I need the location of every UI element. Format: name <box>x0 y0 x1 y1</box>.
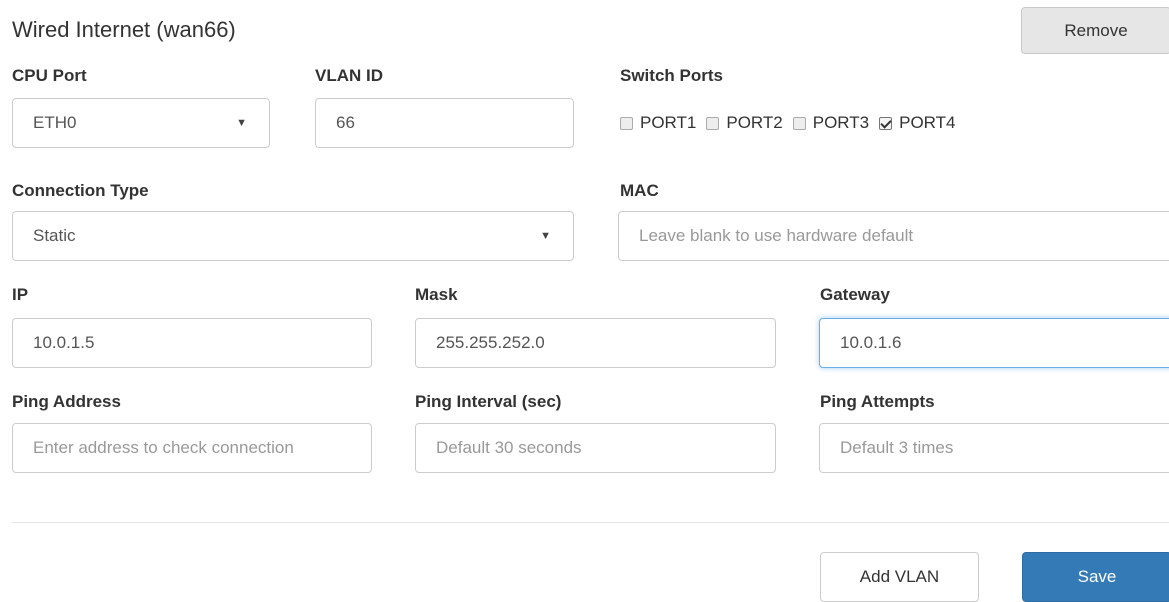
ping-attempts-placeholder: Default 3 times <box>840 438 954 457</box>
mask-input[interactable]: 255.255.252.0 <box>415 318 776 368</box>
port3-label: PORT3 <box>812 113 870 132</box>
checkbox-icon[interactable] <box>620 116 633 130</box>
port4-checkbox[interactable]: PORT4 <box>879 113 956 133</box>
checkbox-icon[interactable] <box>706 116 720 130</box>
vlan-id-label: VLAN ID <box>315 66 383 85</box>
port2-checkbox[interactable]: PORT2 <box>706 113 783 133</box>
gateway-value: 10.0.1.6 <box>840 333 902 352</box>
dropdown-caret-icon: ▼ <box>236 117 247 129</box>
ip-label: IP <box>12 285 29 304</box>
ping-address-placeholder: Enter address to check connection <box>33 438 294 457</box>
remove-button[interactable]: Remove <box>1021 7 1169 54</box>
checkbox-checked-icon[interactable] <box>879 116 893 130</box>
ping-interval-input[interactable]: Default 30 seconds <box>415 423 776 473</box>
port1-label: PORT1 <box>640 113 697 132</box>
vlan-id-value: 66 <box>336 113 355 132</box>
port2-label: PORT2 <box>726 113 783 132</box>
ip-input[interactable]: 10.0.1.5 <box>12 318 372 368</box>
footer-divider <box>12 522 1169 523</box>
ping-address-label: Ping Address <box>12 392 121 411</box>
port3-checkbox[interactable]: PORT3 <box>792 113 870 133</box>
ip-value: 10.0.1.5 <box>33 333 95 352</box>
cpu-port-label: CPU Port <box>12 66 87 85</box>
mask-value: 255.255.252.0 <box>436 333 545 352</box>
connection-type-value: Static <box>33 226 76 245</box>
ping-interval-label: Ping Interval (sec) <box>415 392 562 411</box>
ping-attempts-input[interactable]: Default 3 times <box>819 423 1169 473</box>
cpu-port-value: ETH0 <box>33 113 77 132</box>
ping-address-input[interactable]: Enter address to check connection <box>12 423 372 473</box>
connection-type-select[interactable]: Static ▼ <box>12 211 574 261</box>
checkbox-icon[interactable] <box>792 116 806 130</box>
switch-ports-group: PORT1 PORT2 PORT3 PORT4 <box>620 112 966 134</box>
ping-interval-placeholder: Default 30 seconds <box>436 438 582 457</box>
section-title: Wired Internet (wan66) <box>12 17 236 42</box>
cpu-port-select[interactable]: ETH0 ▼ <box>12 98 270 148</box>
gateway-input[interactable]: 10.0.1.6 <box>819 318 1169 368</box>
mac-label: MAC <box>620 181 659 200</box>
mac-input[interactable]: Leave blank to use hardware default <box>618 211 1169 261</box>
gateway-label: Gateway <box>820 285 890 304</box>
port1-checkbox[interactable]: PORT1 <box>620 113 696 133</box>
connection-type-label: Connection Type <box>12 181 149 200</box>
port4-label: PORT4 <box>899 113 956 132</box>
ping-attempts-label: Ping Attempts <box>820 392 935 411</box>
mask-label: Mask <box>415 285 458 304</box>
mac-placeholder: Leave blank to use hardware default <box>639 226 914 245</box>
vlan-id-input[interactable]: 66 <box>315 98 574 148</box>
dropdown-caret-icon: ▼ <box>540 230 551 242</box>
switch-ports-label: Switch Ports <box>620 66 723 85</box>
